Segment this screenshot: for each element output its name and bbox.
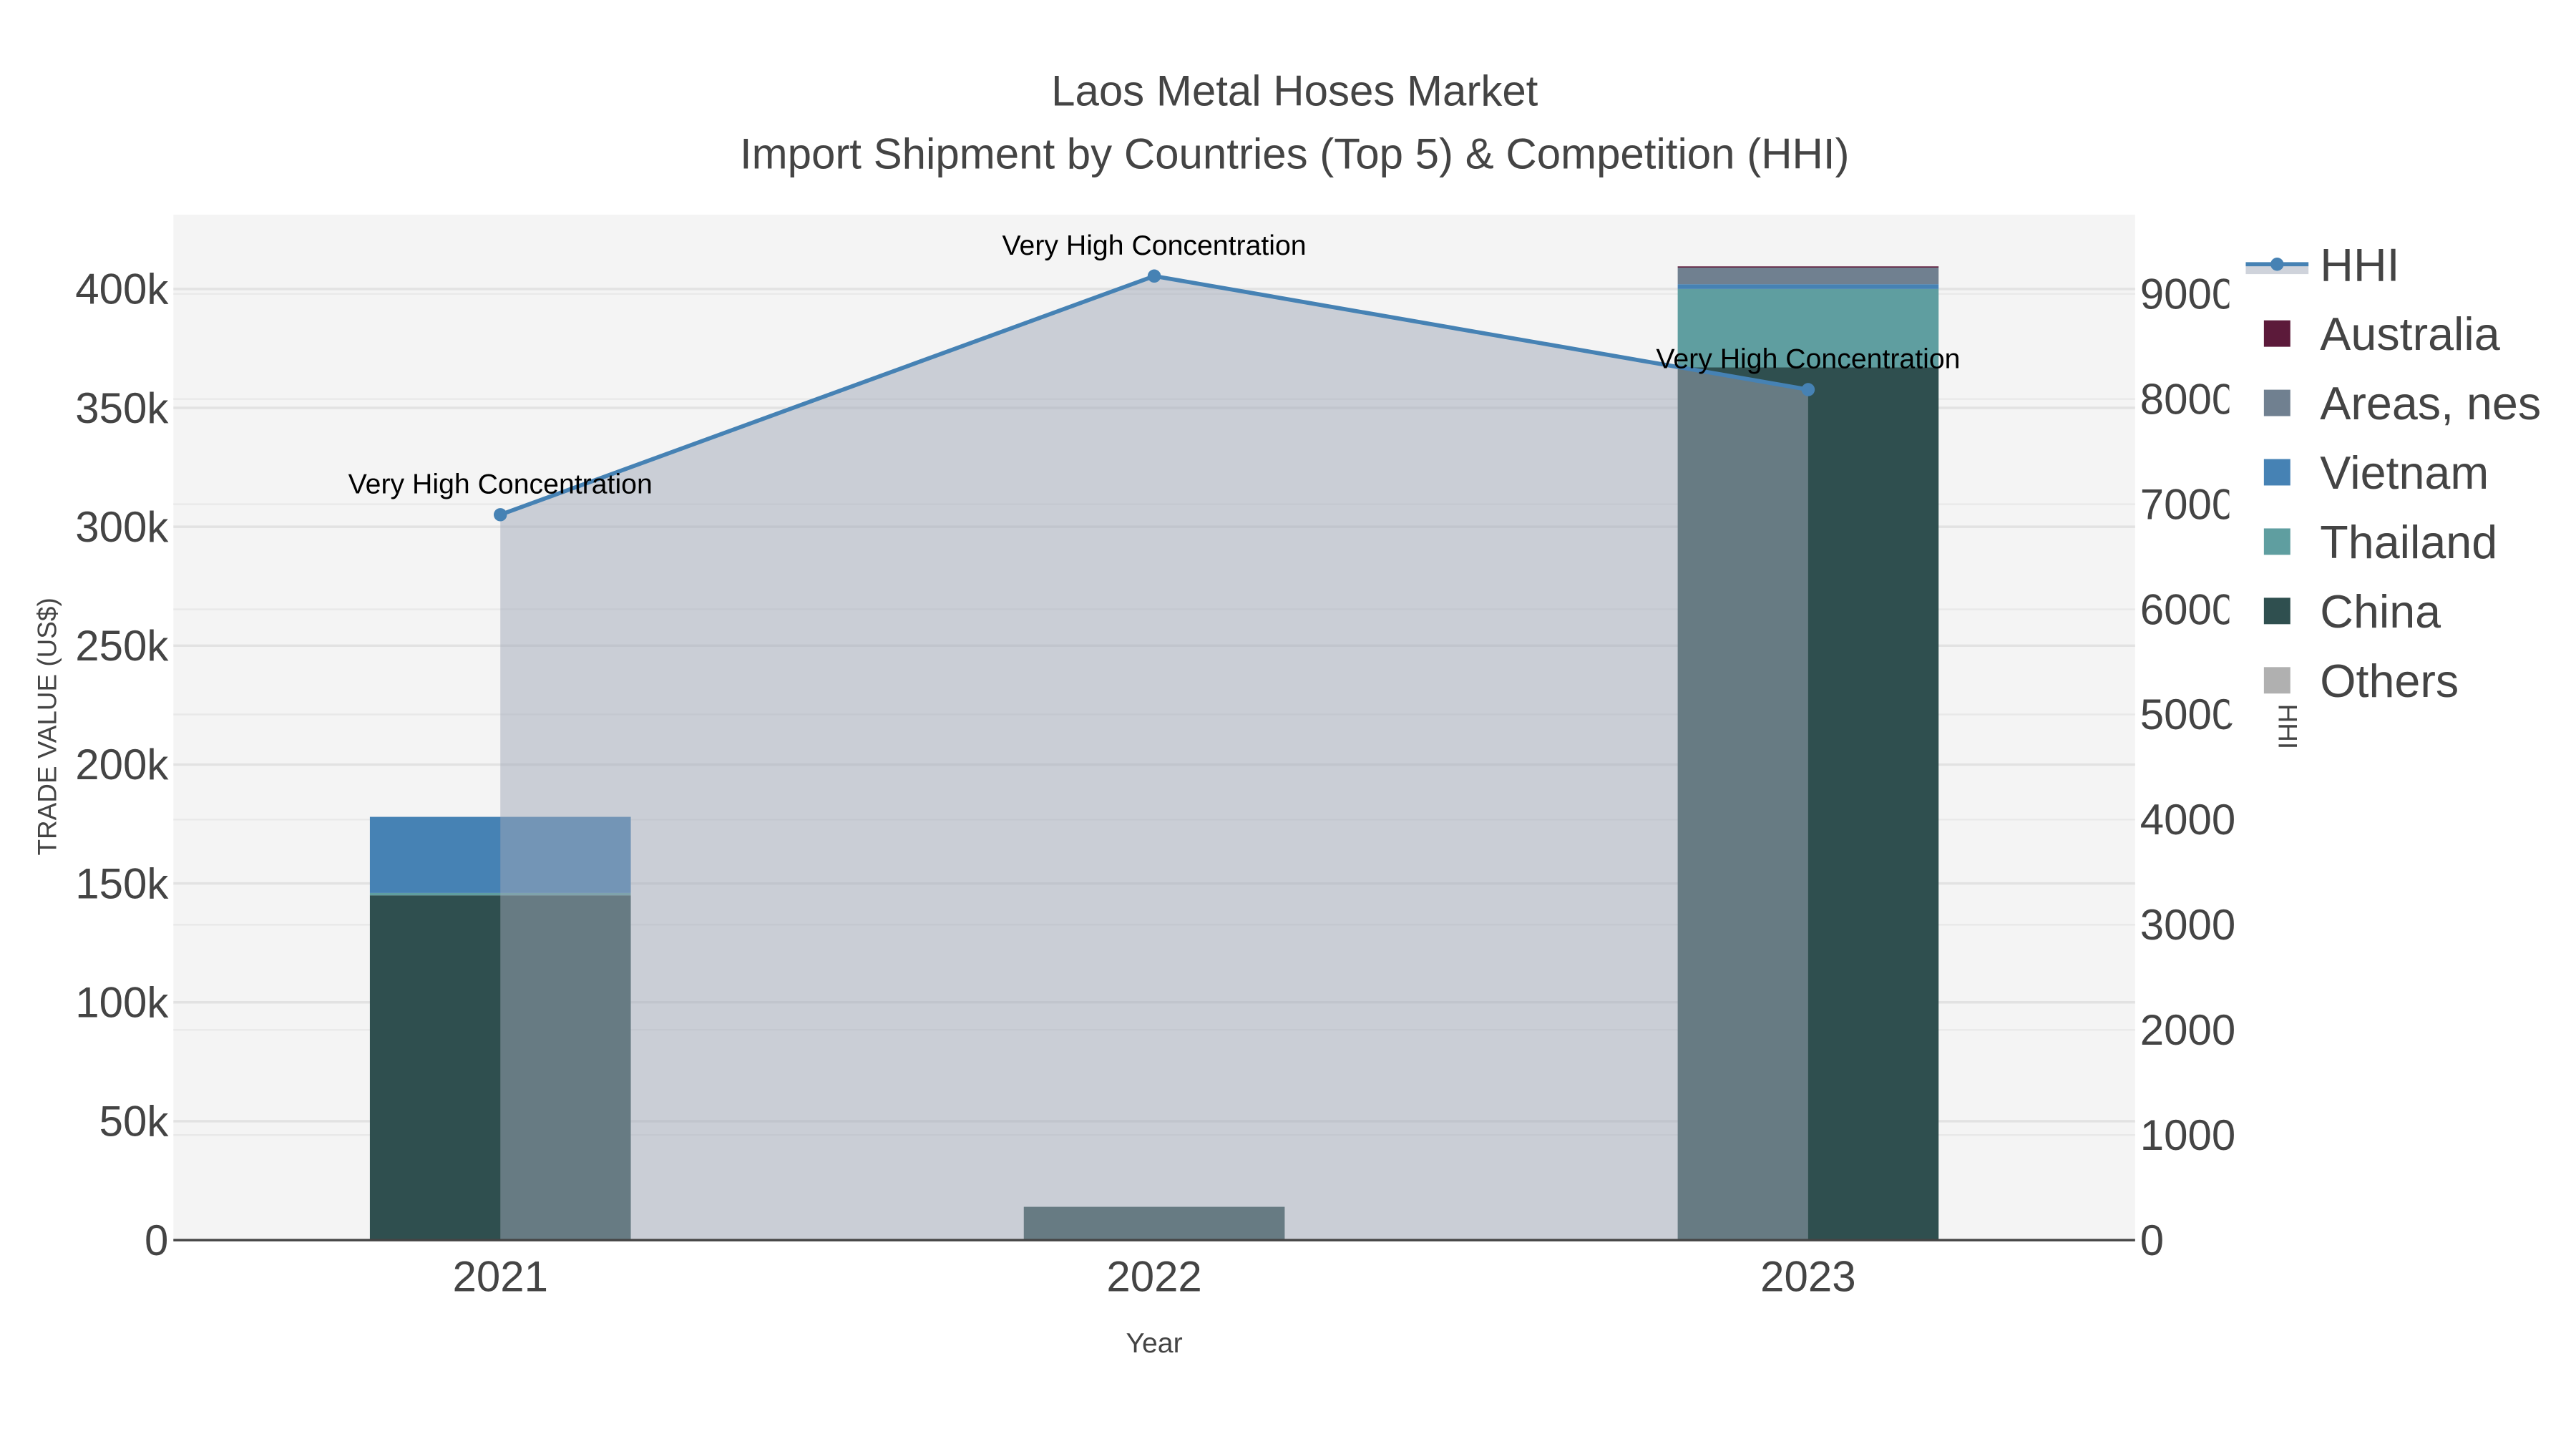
legend-marker	[2270, 258, 2284, 271]
bar-areas-nes-2023[interactable]	[1677, 267, 1939, 285]
legend-label: Australia	[2320, 308, 2499, 360]
hhi-annotation: Very High Concentration	[1002, 230, 1307, 261]
legend-swatch	[2263, 528, 2290, 555]
y-tick-label: 150k	[75, 859, 169, 907]
y2-tick-label: 4000	[2140, 796, 2235, 844]
legend-label: Thailand	[2320, 517, 2497, 568]
y-tick-label: 350k	[75, 384, 169, 432]
y2-tick-label: 9000	[2140, 270, 2235, 318]
y2-axis-label: HHI	[2273, 704, 2303, 750]
y-tick-label: 250k	[75, 622, 169, 670]
y2-tick-label: 3000	[2140, 901, 2235, 949]
legend-label: Areas, nes	[2320, 378, 2541, 429]
legend-swatch	[2263, 597, 2290, 625]
legend-swatch	[2263, 320, 2290, 347]
y2-tick-label: 7000	[2140, 480, 2235, 528]
x-tick-label: 2021	[452, 1253, 547, 1301]
y2-tick-label: 0	[2140, 1216, 2164, 1264]
y-tick-label: 50k	[99, 1098, 170, 1146]
legend-label: HHI	[2320, 239, 2399, 291]
x-axis-label: Year	[1126, 1327, 1182, 1359]
legend-label: China	[2320, 586, 2441, 638]
y-tick-label: 300k	[75, 503, 169, 551]
chart-title: Laos Metal Hoses Market	[1051, 67, 1538, 115]
legend[interactable]: HHI Australia Areas, nes Vietnam Thailand Chi…	[2229, 228, 2576, 723]
y2-tick-label: 1000	[2140, 1111, 2235, 1159]
y-tick-label: 100k	[75, 979, 169, 1027]
y-axis-label: TRADE VALUE (US$)	[32, 597, 62, 855]
legend-swatch	[2263, 389, 2290, 416]
legend-label: Others	[2320, 655, 2459, 707]
bar-vietnam-2023[interactable]	[1677, 284, 1939, 289]
hhi-point-2023[interactable]	[1801, 383, 1815, 396]
chart: Very High Concentration Very High Concent…	[0, 0, 2576, 1449]
y2-tick-label: 8000	[2140, 375, 2235, 423]
legend-swatch	[2263, 459, 2290, 486]
hhi-annotation: Very High Concentration	[348, 468, 653, 499]
legend-label: Vietnam	[2320, 447, 2489, 499]
y-tick-label: 0	[145, 1216, 168, 1264]
y2-tick-label: 6000	[2140, 585, 2235, 633]
x-tick-label: 2023	[1760, 1253, 1855, 1301]
bar-australia-2023[interactable]	[1677, 266, 1939, 268]
y-tick-label: 200k	[75, 741, 169, 789]
y2-tick-label: 5000	[2140, 691, 2235, 738]
hhi-point-2022[interactable]	[1147, 269, 1161, 283]
y2-tick-label: 2000	[2140, 1006, 2235, 1054]
hhi-annotation: Very High Concentration	[1656, 343, 1960, 374]
legend-swatch	[2263, 667, 2290, 694]
hhi-point-2021[interactable]	[494, 508, 507, 522]
x-tick-label: 2022	[1106, 1253, 1201, 1301]
chart-subtitle: Import Shipment by Countries (Top 5) & C…	[740, 130, 1850, 177]
y-tick-label: 400k	[75, 265, 169, 313]
